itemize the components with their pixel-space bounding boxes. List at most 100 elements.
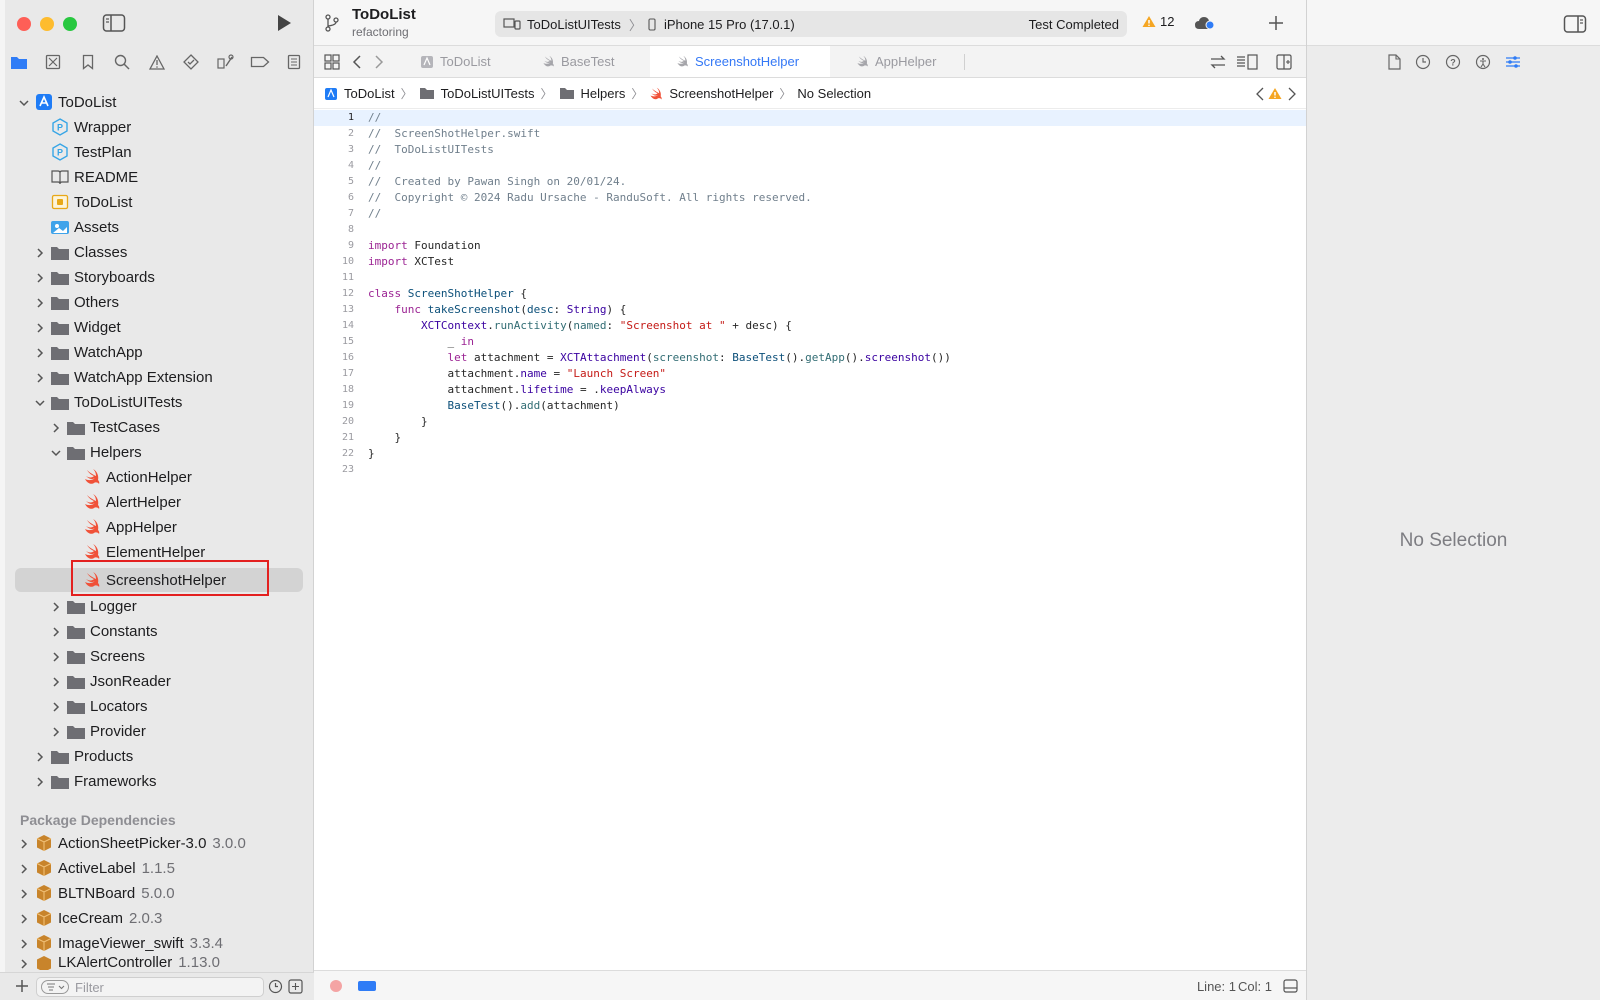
history-clock-icon[interactable] <box>1415 54 1431 70</box>
test-diamond-icon[interactable] <box>180 51 202 73</box>
chevron-down-icon[interactable] <box>34 397 46 409</box>
tree-item-jsonreader[interactable]: JsonReader <box>0 669 313 694</box>
chevron-right-icon[interactable] <box>34 322 46 334</box>
chevron-right-icon[interactable] <box>18 863 30 875</box>
tree-item-screens[interactable]: Screens <box>0 644 313 669</box>
cloud-sync-icon[interactable] <box>1194 15 1216 31</box>
sidebar-toggle-icon[interactable] <box>102 13 126 33</box>
tab-basetest[interactable]: BaseTest <box>528 46 650 77</box>
chevron-right-icon[interactable] <box>50 601 62 613</box>
add-icon[interactable] <box>14 978 30 994</box>
debug-area-toggle-icon[interactable] <box>358 980 376 992</box>
chevron-right-icon[interactable] <box>18 913 30 925</box>
source-control-filter-icon[interactable] <box>288 979 303 994</box>
quick-help-icon[interactable]: ? <box>1445 54 1461 70</box>
tree-item-storyboards[interactable]: Storyboards <box>0 265 313 290</box>
file-inspector-icon[interactable] <box>1387 54 1401 70</box>
chevron-right-icon[interactable] <box>50 726 62 738</box>
chevron-right-icon[interactable] <box>50 651 62 663</box>
tree-item-readme[interactable]: README <box>0 165 313 190</box>
tree-item-testcases[interactable]: TestCases <box>0 415 313 440</box>
destination-selector[interactable]: iPhone 15 Pro (17.0.1) <box>664 17 795 32</box>
chevron-right-icon[interactable] <box>50 422 62 434</box>
chevron-right-icon[interactable] <box>34 372 46 384</box>
inspector-toggle-icon[interactable] <box>1563 14 1587 34</box>
package-item[interactable]: ActiveLabel 1.1.5 <box>0 856 313 881</box>
tree-item-testplan[interactable]: P TestPlan <box>0 140 313 165</box>
search-icon[interactable] <box>111 51 133 73</box>
tree-item-products[interactable]: Products <box>0 744 313 769</box>
folder-icon[interactable] <box>8 51 30 73</box>
branch-name[interactable]: refactoring <box>352 25 409 39</box>
package-item[interactable]: ImageViewer_swift 3.3.4 <box>0 931 313 956</box>
chevron-right-icon[interactable] <box>34 776 46 788</box>
chevron-right-icon[interactable] <box>18 838 30 850</box>
tree-item-assets[interactable]: Assets <box>0 215 313 240</box>
minimize-window-button[interactable] <box>40 17 54 31</box>
package-item[interactable]: ActionSheetPicker-3.0 3.0.0 <box>0 831 313 856</box>
tab-screenshothelper[interactable]: ScreenshotHelper <box>650 46 830 77</box>
tree-item-widget[interactable]: Widget <box>0 315 313 340</box>
add-library-icon[interactable] <box>1268 15 1284 31</box>
tree-item-project[interactable]: ToDoList <box>0 90 313 115</box>
chevron-right-icon[interactable] <box>34 272 46 284</box>
tree-item-wrapper[interactable]: P Wrapper <box>0 115 313 140</box>
forward-chevron-icon[interactable] <box>374 54 384 70</box>
run-button[interactable] <box>276 14 292 32</box>
editor-options-icon[interactable] <box>1236 54 1258 70</box>
scheme-selector[interactable]: ToDoListUITests <box>527 17 621 32</box>
recent-files-clock-icon[interactable] <box>268 979 283 994</box>
warnings-indicator[interactable]: 12 <box>1142 14 1174 29</box>
warning-triangle-icon[interactable] <box>1268 87 1282 100</box>
filter-options-icon[interactable] <box>41 980 69 994</box>
tree-item-logger[interactable]: Logger <box>0 594 313 619</box>
tab-todolist[interactable]: ToDoList <box>406 46 528 77</box>
chevron-right-icon[interactable] <box>34 751 46 763</box>
breadcrumb-project[interactable]: ToDoList 〉 <box>324 85 413 102</box>
issue-warning-icon[interactable] <box>146 51 168 73</box>
tree-item-frameworks[interactable]: Frameworks <box>0 769 313 794</box>
debug-icon[interactable] <box>214 51 236 73</box>
report-icon[interactable] <box>283 51 305 73</box>
package-item[interactable]: IceCream 2.0.3 <box>0 906 313 931</box>
attributes-sliders-icon[interactable] <box>1505 54 1521 70</box>
tree-item-alerthelper[interactable]: AlertHelper <box>0 490 313 515</box>
split-editor-icon[interactable] <box>1276 54 1292 70</box>
close-window-button[interactable] <box>17 17 31 31</box>
chevron-right-icon[interactable] <box>18 938 30 950</box>
chevron-right-icon[interactable] <box>50 701 62 713</box>
chevron-right-icon[interactable] <box>50 626 62 638</box>
zoom-window-button[interactable] <box>63 17 77 31</box>
source-editor[interactable]: 1 // 2 // ScreenShotHelper.swift 3 // ToDoL… <box>314 110 1306 970</box>
tab-apphelper[interactable]: AppHelper <box>830 46 970 77</box>
breadcrumb-file[interactable]: ScreenshotHelper 〉 <box>649 85 791 102</box>
tree-item-classes[interactable]: Classes <box>0 240 313 265</box>
package-item[interactable]: LKAlertController 1.13.0 <box>0 956 313 970</box>
tree-item-todolistuitests[interactable]: ToDoListUITests <box>0 390 313 415</box>
chevron-down-icon[interactable] <box>18 97 30 109</box>
tree-item-watchapp[interactable]: WatchApp <box>0 340 313 365</box>
chevron-right-icon[interactable] <box>34 297 46 309</box>
breakpoint-icon[interactable] <box>249 51 271 73</box>
chevron-right-icon[interactable] <box>18 888 30 900</box>
chevron-right-icon[interactable] <box>50 676 62 688</box>
source-control-icon[interactable] <box>42 51 64 73</box>
tree-item-others[interactable]: Others <box>0 290 313 315</box>
tree-item-locators[interactable]: Locators <box>0 694 313 719</box>
tree-item-actionhelper[interactable]: ActionHelper <box>0 465 313 490</box>
breadcrumb-symbol[interactable]: No Selection <box>797 86 871 101</box>
package-item[interactable]: BLTNBoard 5.0.0 <box>0 881 313 906</box>
filter-field[interactable]: Filter <box>36 977 264 997</box>
next-issue-icon[interactable] <box>1288 87 1296 101</box>
tree-item-provider[interactable]: Provider <box>0 719 313 744</box>
bookmark-icon[interactable] <box>77 51 99 73</box>
tree-item-constants[interactable]: Constants <box>0 619 313 644</box>
swap-arrows-icon[interactable] <box>1209 54 1227 70</box>
breadcrumb-folder[interactable]: Helpers 〉 <box>559 85 643 102</box>
chevron-down-icon[interactable] <box>50 447 62 459</box>
tree-item-apphelper[interactable]: AppHelper <box>0 515 313 540</box>
grid-icon[interactable] <box>324 54 340 70</box>
bottom-panel-toggle-icon[interactable] <box>1283 979 1298 993</box>
tree-item-helpers[interactable]: Helpers <box>0 440 313 465</box>
back-chevron-icon[interactable] <box>352 54 362 70</box>
